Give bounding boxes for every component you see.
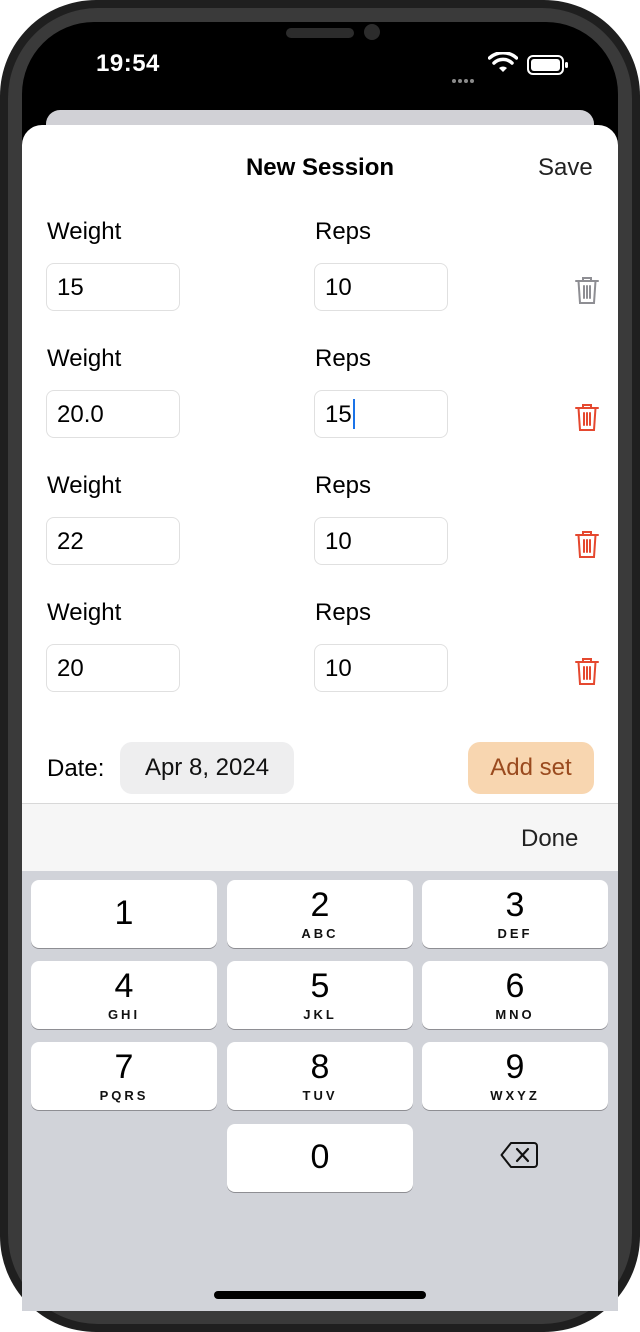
key-digit: 8: [310, 1048, 330, 1086]
key-8[interactable]: 8 TUV: [227, 1042, 413, 1110]
key-5[interactable]: 5 JKL: [227, 961, 413, 1029]
trash-icon[interactable]: [574, 402, 600, 432]
key-letters: DEF: [497, 926, 533, 941]
trash-icon[interactable]: [574, 656, 600, 686]
key-6[interactable]: 6 MNO: [422, 961, 608, 1029]
trash-icon[interactable]: [574, 275, 600, 305]
status-time: 19:54: [96, 50, 160, 77]
add-set-button[interactable]: Add set: [468, 742, 594, 794]
weight-input[interactable]: 22: [46, 517, 180, 565]
save-button[interactable]: Save: [538, 154, 593, 182]
reps-label: Reps: [315, 345, 372, 372]
key-letters: TUV: [302, 1088, 338, 1103]
done-button[interactable]: Done: [521, 825, 578, 853]
camera: [364, 24, 380, 40]
date-label: Date:: [47, 755, 105, 782]
reps-input[interactable]: 10: [314, 517, 448, 565]
weight-input[interactable]: 20: [46, 644, 180, 692]
home-indicator[interactable]: [214, 1291, 426, 1299]
date-picker[interactable]: Apr 8, 2024: [120, 742, 294, 794]
key-letters: WXYZ: [490, 1088, 540, 1103]
key-digit: 6: [505, 967, 525, 1005]
key-letters: MNO: [495, 1007, 535, 1022]
weight-input[interactable]: 15: [46, 263, 180, 311]
wifi-icon: [488, 52, 518, 72]
key-letters: GHI: [107, 1007, 141, 1022]
key-9[interactable]: 9 WXYZ: [422, 1042, 608, 1110]
reps-input[interactable]: 15: [314, 390, 448, 438]
weight-label: Weight: [47, 472, 122, 499]
key-digit: 0: [310, 1138, 330, 1176]
key-digit: 5: [310, 967, 330, 1005]
key-letters: ABC: [301, 926, 339, 941]
key-digit: 3: [505, 886, 525, 924]
reps-input[interactable]: 10: [314, 644, 448, 692]
battery-icon: [527, 55, 568, 75]
key-4[interactable]: 4 GHI: [31, 961, 217, 1029]
reps-input[interactable]: 10: [314, 263, 448, 311]
key-7[interactable]: 7 PQRS: [31, 1042, 217, 1110]
key-letters: JKL: [303, 1007, 337, 1022]
text-caret: [352, 398, 355, 429]
key-digit: 4: [114, 967, 134, 1005]
signal-icon: [452, 70, 476, 88]
reps-value: 15: [325, 401, 352, 428]
weight-label: Weight: [47, 218, 122, 245]
backspace-icon[interactable]: [500, 1140, 538, 1170]
weight-label: Weight: [47, 599, 122, 626]
weight-label: Weight: [47, 345, 122, 372]
reps-label: Reps: [315, 599, 372, 626]
key-3[interactable]: 3 DEF: [422, 880, 608, 948]
key-1[interactable]: 1: [31, 880, 217, 948]
key-digit: 1: [114, 894, 134, 932]
weight-input[interactable]: 20.0: [46, 390, 180, 438]
key-digit: 9: [505, 1048, 525, 1086]
key-letters: PQRS: [99, 1088, 149, 1103]
reps-label: Reps: [315, 218, 372, 245]
key-0[interactable]: 0: [227, 1124, 413, 1192]
reps-label: Reps: [315, 472, 372, 499]
key-digit: 2: [310, 886, 330, 924]
key-2[interactable]: 2 ABC: [227, 880, 413, 948]
key-digit: 7: [114, 1048, 134, 1086]
speaker: [286, 28, 354, 38]
trash-icon[interactable]: [574, 529, 600, 559]
